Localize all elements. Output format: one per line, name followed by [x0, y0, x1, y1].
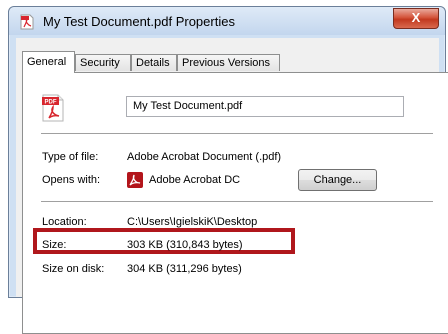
adobe-acrobat-icon: [127, 172, 143, 188]
size-value: 303 KB (310,843 bytes): [127, 239, 243, 251]
pdf-document-icon: PDF: [42, 94, 64, 122]
size-on-disk-value: 304 KB (311,296 bytes): [127, 263, 242, 275]
tab-general[interactable]: General: [22, 51, 75, 73]
type-of-file-value: Adobe Acrobat Document (.pdf): [127, 151, 282, 163]
title-bar[interactable]: My Test Document.pdf Properties X: [9, 7, 445, 35]
tab-details[interactable]: Details: [131, 54, 177, 71]
file-name-field[interactable]: My Test Document.pdf: [126, 96, 404, 117]
size-on-disk-label: Size on disk:: [42, 263, 105, 275]
separator: [41, 133, 433, 134]
close-button[interactable]: X: [393, 8, 439, 29]
opens-with-value: Adobe Acrobat DC: [149, 174, 241, 186]
dialog-content: General Security Details Previous Versio…: [16, 38, 448, 334]
pdf-icon-label: PDF: [45, 100, 57, 106]
location-value[interactable]: C:\Users\IgielskiK\Desktop: [127, 216, 257, 228]
location-label: Location:: [42, 216, 87, 228]
window-title: My Test Document.pdf Properties: [43, 14, 235, 29]
size-label: Size:: [42, 239, 67, 251]
separator: [41, 201, 433, 202]
tab-security[interactable]: Security: [75, 54, 131, 71]
change-button[interactable]: Change...: [298, 169, 377, 191]
pdf-file-icon: [20, 14, 34, 30]
type-of-file-label: Type of file:: [42, 151, 99, 163]
opens-with-label: Opens with:: [42, 174, 101, 186]
tab-previous-versions[interactable]: Previous Versions: [177, 54, 280, 71]
general-panel: PDF My Test Document.pdf Type of file: A…: [22, 72, 448, 334]
properties-window: My Test Document.pdf Properties X Genera…: [8, 6, 448, 334]
